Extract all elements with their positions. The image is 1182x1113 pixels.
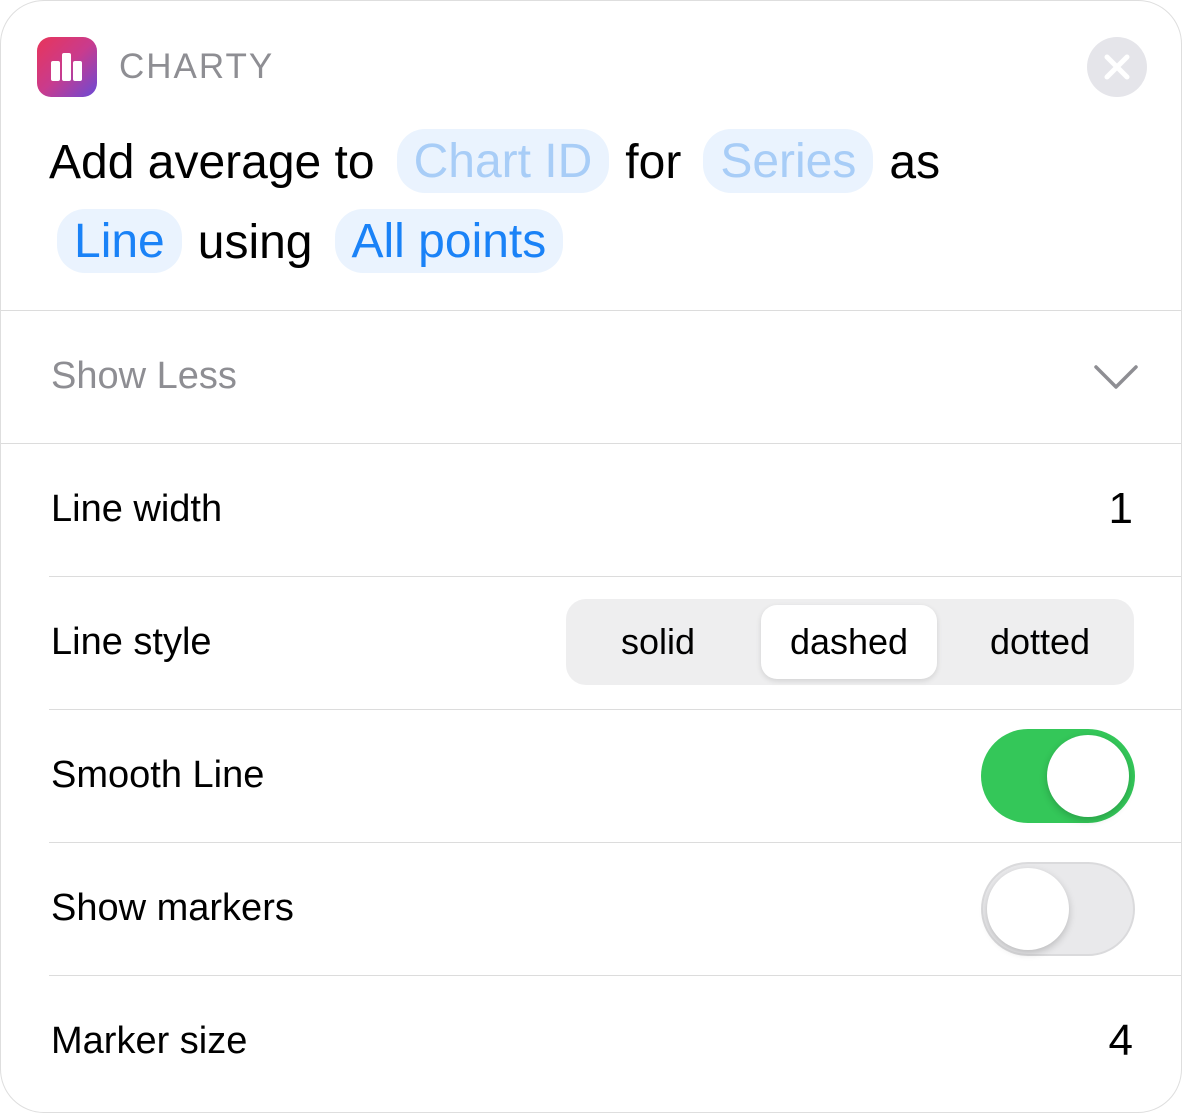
series-token[interactable]: Series (703, 129, 874, 193)
show-markers-label: Show markers (51, 887, 294, 929)
style-token[interactable]: Line (57, 209, 182, 273)
sentence-text: using (197, 216, 313, 269)
marker-size-row[interactable]: Marker size 4 (1, 976, 1181, 1108)
show-markers-row: Show markers (1, 843, 1181, 975)
marker-size-label: Marker size (51, 1020, 248, 1062)
smooth-line-label: Smooth Line (51, 754, 265, 796)
chevron-down-icon (1094, 365, 1138, 389)
line-width-value[interactable]: 1 (1109, 484, 1133, 534)
sentence-text: for (625, 136, 682, 189)
show-markers-toggle[interactable] (981, 862, 1135, 956)
segment-dashed[interactable]: dashed (761, 605, 937, 679)
bar-chart-icon (37, 37, 97, 97)
points-token[interactable]: All points (334, 209, 564, 273)
line-style-row: Line style solid dashed dotted (1, 577, 1181, 709)
toggle-knob (1047, 735, 1129, 817)
segment-solid[interactable]: solid (570, 605, 746, 679)
action-card: CHARTY Add average to Chart ID for Series as… (0, 0, 1182, 1113)
line-width-label: Line width (51, 488, 223, 530)
close-icon (1104, 54, 1130, 80)
line-width-row[interactable]: Line width 1 (1, 444, 1181, 576)
toggle-knob (987, 868, 1069, 950)
line-style-segmented-control[interactable]: solid dashed dotted (566, 599, 1134, 685)
sentence-text: Add average to (49, 136, 375, 189)
smooth-line-row: Smooth Line (1, 710, 1181, 842)
marker-size-value[interactable]: 4 (1109, 1016, 1133, 1066)
sentence-text: as (889, 136, 941, 189)
line-style-label: Line style (51, 621, 212, 663)
segment-dotted[interactable]: dotted (952, 605, 1128, 679)
show-less-button[interactable]: Show Less (1, 311, 1181, 443)
action-sentence: Add average to Chart ID for Series as Line usi… (49, 123, 1149, 283)
smooth-line-toggle[interactable] (981, 729, 1135, 823)
show-less-label: Show Less (51, 355, 237, 397)
chart-id-token[interactable]: Chart ID (396, 129, 610, 193)
app-name: CHARTY (119, 47, 275, 86)
close-button[interactable] (1087, 37, 1147, 97)
